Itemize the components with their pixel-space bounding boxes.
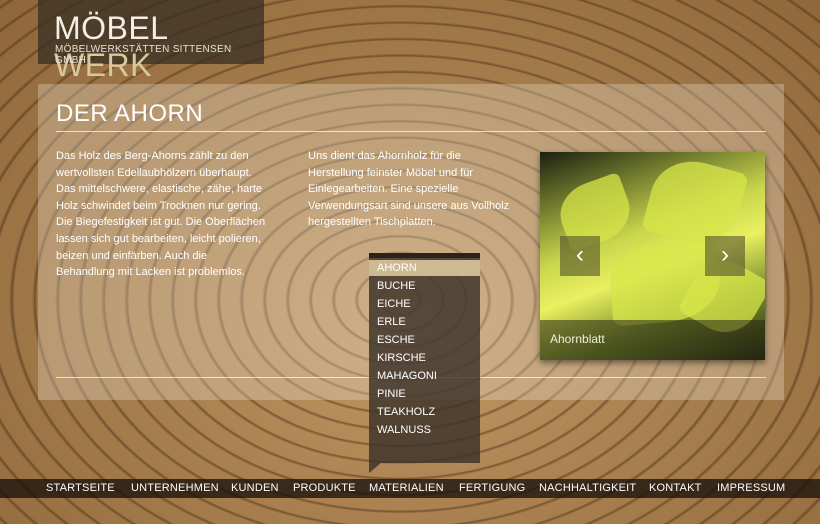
dropdown-item-teakholz[interactable]: TEAKHOLZ <box>369 404 480 420</box>
dropdown-item-eiche[interactable]: EICHE <box>369 296 480 312</box>
chevron-right-icon: › <box>721 241 729 268</box>
main-navigation: STARTSEITE UNTERNEHMEN KUNDEN PRODUKTE M… <box>0 479 820 498</box>
dropdown-item-erle[interactable]: ERLE <box>369 314 480 330</box>
dropdown-item-pinie[interactable]: PINIE <box>369 386 480 402</box>
dropdown-item-walnuss[interactable]: WALNUSS <box>369 422 480 438</box>
materials-dropdown[interactable]: AHORN BUCHE EICHE ERLE ESCHE KIRSCHE MAH… <box>369 253 480 473</box>
dropdown-item-esche[interactable]: ESCHE <box>369 332 480 348</box>
logo-subtitle: MÖBELWERKSTÄTTEN SITTENSEN GMBH <box>55 44 232 66</box>
dropdown-item-ahorn[interactable]: AHORN <box>369 260 480 276</box>
dropdown-item-buche[interactable]: BUCHE <box>369 278 480 294</box>
nav-kunden[interactable]: KUNDEN <box>231 479 279 498</box>
nav-fertigung[interactable]: FERTIGUNG <box>459 479 525 498</box>
chevron-left-icon: ‹ <box>576 241 584 268</box>
slider-caption: Ahornblatt <box>550 332 605 346</box>
dropdown-top-strip <box>369 253 480 258</box>
image-slider[interactable]: ‹ › Ahornblatt <box>540 152 765 360</box>
nav-produkte[interactable]: PRODUKTE <box>293 479 356 498</box>
dropdown-item-mahagoni[interactable]: MAHAGONI <box>369 368 480 384</box>
nav-nachhaltigkeit[interactable]: NACHHALTIGKEIT <box>539 479 636 498</box>
nav-kontakt[interactable]: KONTAKT <box>649 479 702 498</box>
nav-unternehmen[interactable]: UNTERNEHMEN <box>131 479 219 498</box>
nav-startseite[interactable]: STARTSEITE <box>46 479 115 498</box>
nav-impressum[interactable]: IMPRESSUM <box>717 479 785 498</box>
logo[interactable]: MÖBEL WERK MÖBELWERKSTÄTTEN SITTENSEN GM… <box>38 0 264 83</box>
logo-title-main: MÖBEL <box>54 10 168 46</box>
text-left: Das Holz des Berg-Ahorns zählt zu den we… <box>56 150 266 279</box>
text-right: Uns dient das Ahornholz für die Herstell… <box>308 150 510 229</box>
slider-prev-button[interactable]: ‹ <box>560 236 600 276</box>
slider-next-button[interactable]: › <box>705 236 745 276</box>
divider-top <box>56 131 766 132</box>
dropdown-item-kirsche[interactable]: KIRSCHE <box>369 350 480 366</box>
page-title: DER AHORN <box>56 100 204 127</box>
nav-materialien[interactable]: MATERIALIEN <box>369 479 444 498</box>
